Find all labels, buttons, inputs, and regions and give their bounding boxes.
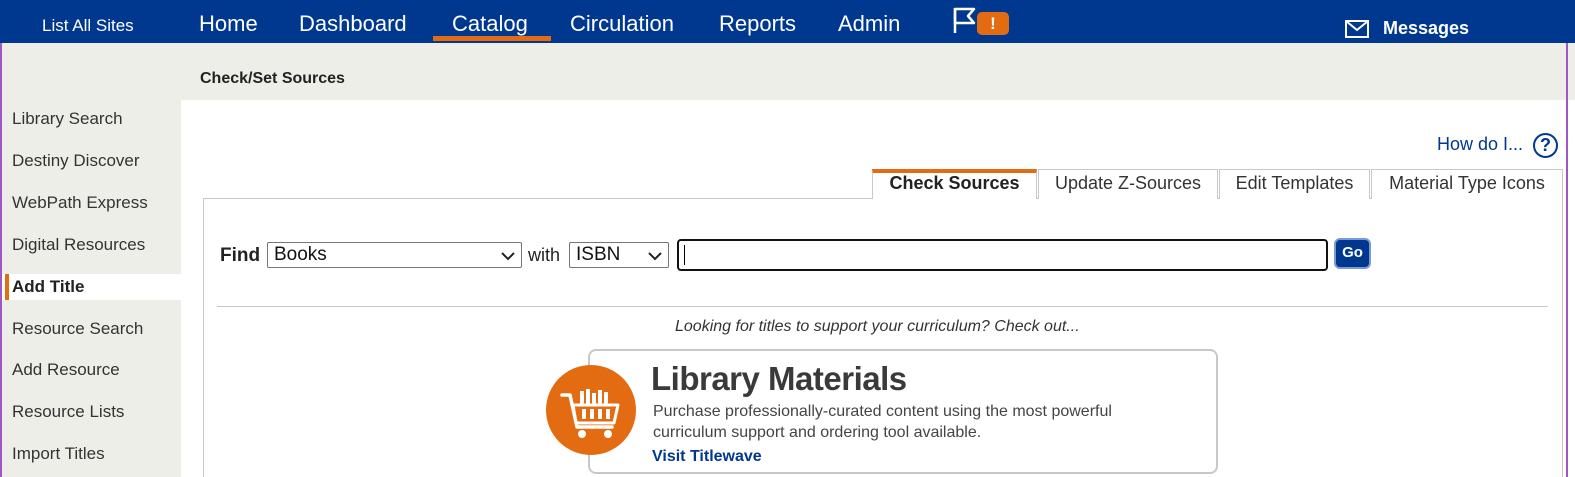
help-icon[interactable]: ?: [1533, 133, 1558, 158]
go-button[interactable]: Go: [1334, 238, 1371, 269]
sidebar-item-import-titles[interactable]: Import Titles: [12, 444, 105, 464]
sidebar-item-destiny-discover[interactable]: Destiny Discover: [12, 151, 140, 171]
with-label: with: [528, 245, 561, 265]
sidebar-active-bar: [5, 274, 9, 300]
sidebar-item-add-resource[interactable]: Add Resource: [12, 360, 120, 380]
sidebar-item-library-search[interactable]: Library Search: [12, 109, 123, 129]
page-title: Check/Set Sources: [200, 70, 345, 87]
sidebar-item-digital-resources[interactable]: Digital Resources: [12, 235, 145, 255]
chevron-down-icon: [501, 252, 515, 261]
list-all-sites-link[interactable]: List All Sites: [42, 16, 134, 36]
sidebar-item-resource-lists[interactable]: Resource Lists: [12, 402, 124, 422]
messages-link[interactable]: Messages: [1345, 18, 1469, 39]
nav-reports[interactable]: Reports: [719, 11, 796, 37]
material-type-select[interactable]: Books: [267, 242, 522, 268]
tab-check-sources[interactable]: Check Sources: [872, 169, 1037, 199]
active-nav-indicator: [433, 36, 551, 41]
alert-badge[interactable]: !: [977, 12, 1009, 35]
nav-home[interactable]: Home: [199, 11, 258, 37]
section-divider: [217, 306, 1548, 307]
nav-admin[interactable]: Admin: [838, 11, 900, 37]
tab-edit-templates[interactable]: Edit Templates: [1219, 169, 1370, 199]
search-field-select[interactable]: ISBN: [569, 242, 669, 268]
sidebar-item-webpath-express[interactable]: WebPath Express: [12, 193, 148, 213]
envelope-icon: [1345, 19, 1369, 38]
search-input[interactable]: [677, 239, 1328, 271]
tab-material-type-icons[interactable]: Material Type Icons: [1371, 169, 1563, 199]
nav-circulation[interactable]: Circulation: [570, 11, 674, 37]
text-cursor: [684, 245, 685, 265]
material-type-value: Books: [274, 244, 327, 265]
promo-logo: [546, 365, 636, 455]
nav-catalog[interactable]: Catalog: [452, 11, 528, 37]
how-do-i-link[interactable]: How do I...: [1437, 134, 1523, 155]
promo-heading: Library Materials: [651, 360, 907, 397]
tab-update-z-sources[interactable]: Update Z-Sources: [1038, 169, 1218, 199]
search-field-value: ISBN: [576, 244, 621, 265]
flag-icon[interactable]: [952, 6, 978, 34]
chevron-down-icon: [648, 252, 662, 261]
sidebar-item-add-title[interactable]: Add Title: [12, 277, 84, 297]
visit-titlewave-link[interactable]: Visit Titlewave: [652, 448, 762, 466]
promo-description: Purchase professionally-curated content …: [653, 403, 1112, 441]
nav-dashboard[interactable]: Dashboard: [299, 11, 407, 37]
sidebar-item-resource-search[interactable]: Resource Search: [12, 319, 143, 339]
find-label: Find: [220, 245, 261, 266]
promo-intro: Looking for titles to support your curri…: [675, 318, 1080, 335]
shopping-cart-icon: [560, 389, 620, 438]
window-border-right: [1566, 43, 1568, 477]
messages-label: Messages: [1383, 18, 1470, 38]
